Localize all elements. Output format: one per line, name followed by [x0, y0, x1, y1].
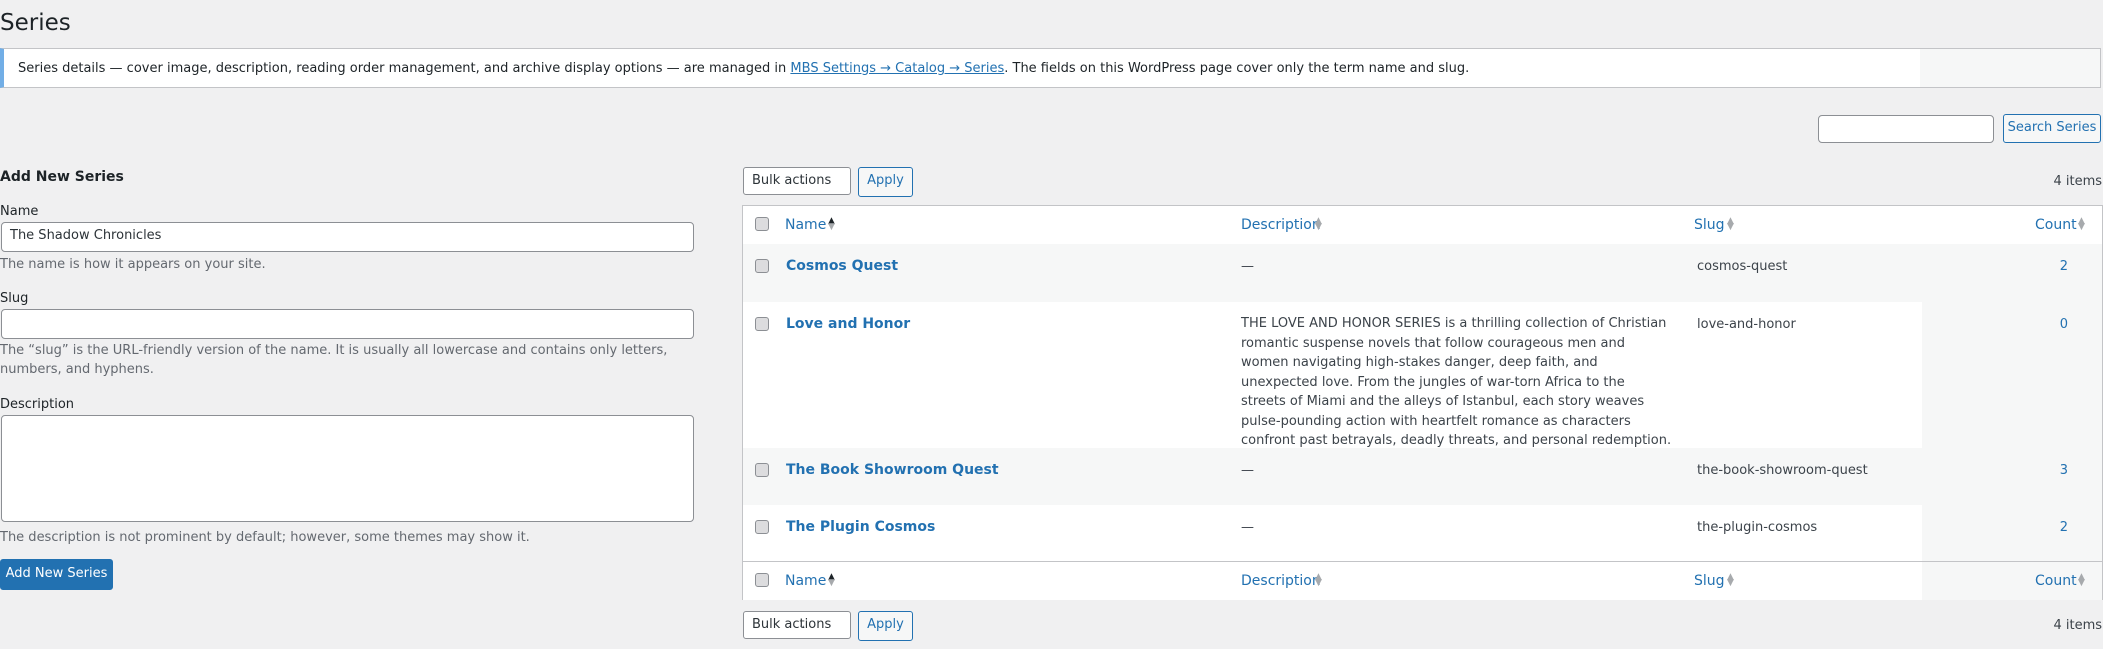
row-checkbox[interactable]: [755, 463, 769, 477]
name-help: The name is how it appears on your site.: [0, 257, 266, 272]
sort-name-link[interactable]: Name: [785, 217, 826, 233]
description-help: The description is not prominent by defa…: [0, 530, 530, 545]
slug-input[interactable]: [1, 309, 694, 339]
sort-arrows-icon: ▲ ▼: [2078, 572, 2085, 588]
sort-arrows-icon: ▲ ▼: [1727, 572, 1734, 588]
count-cell-shade: [1922, 302, 2102, 448]
notice-end-panel: [1920, 49, 2100, 87]
row-title-link[interactable]: Love and Honor: [786, 316, 910, 332]
mbs-settings-link[interactable]: MBS Settings → Catalog → Series: [790, 61, 1004, 76]
table-footer: Name ▲ ▼ Description ▲ ▼ Slug ▲ ▼ Count ▲ ▼: [743, 561, 2102, 600]
name-input-value: The Shadow Chronicles: [10, 228, 162, 243]
items-count-bottom: 4 items: [2053, 618, 2102, 633]
row-count-link[interactable]: 0: [2060, 317, 2068, 332]
slug-help: The “slug” is the URL-friendly version o…: [0, 343, 668, 377]
row-count-link[interactable]: 3: [2060, 463, 2068, 478]
row-count-link[interactable]: 2: [2060, 520, 2068, 535]
row-title-link[interactable]: The Plugin Cosmos: [786, 519, 935, 535]
add-new-heading: Add New Series: [0, 169, 124, 185]
sort-arrows-icon: ▲ ▼: [828, 572, 835, 588]
select-all-checkbox-bottom[interactable]: [755, 573, 769, 587]
info-notice: Series details — cover image, descriptio…: [0, 48, 2101, 88]
notice-text-before: Series details — cover image, descriptio…: [18, 61, 791, 76]
bulk-actions-select-bottom[interactable]: Bulk actions ⌄: [743, 611, 851, 639]
description-label: Description: [0, 397, 75, 412]
slug-label: Slug: [0, 291, 29, 306]
bulk-actions-label: Bulk actions: [752, 173, 832, 188]
notice-text: Series details — cover image, descriptio…: [18, 61, 1469, 76]
sort-arrows-icon: ▲ ▼: [1315, 216, 1322, 232]
description-textarea[interactable]: [1, 415, 694, 522]
add-new-series-button[interactable]: Add New Series: [0, 559, 113, 590]
row-title-link[interactable]: Cosmos Quest: [786, 258, 898, 274]
sort-arrows-icon: ▲ ▼: [1727, 216, 1734, 232]
row-checkbox[interactable]: [755, 317, 769, 331]
count-cell-shade: [1922, 448, 2102, 505]
sort-count-link[interactable]: Count: [2035, 217, 2077, 233]
row-count-link[interactable]: 2: [2060, 259, 2068, 274]
apply-button-top[interactable]: Apply: [858, 167, 913, 197]
row-description: THE LOVE AND HONOR SERIES is a thrilling…: [1241, 316, 1672, 448]
bulk-actions-label: Bulk actions: [752, 617, 832, 632]
row-title-link[interactable]: The Book Showroom Quest: [786, 462, 999, 478]
sort-description-link-bottom[interactable]: Description: [1241, 573, 1321, 589]
row-checkbox[interactable]: [755, 520, 769, 534]
row-checkbox[interactable]: [755, 259, 769, 273]
sort-arrows-icon: ▲ ▼: [2078, 216, 2085, 232]
notice-text-after: . The fields on this WordPress page cove…: [1004, 61, 1470, 76]
row-slug: the-plugin-cosmos: [1697, 520, 1818, 535]
count-cell-shade: [1922, 505, 2102, 561]
search-series-button[interactable]: Search Series: [2003, 114, 2101, 143]
apply-button-bottom[interactable]: Apply: [858, 611, 913, 641]
items-count-top: 4 items: [2053, 174, 2102, 189]
bulk-actions-select-top[interactable]: Bulk actions ⌄: [743, 167, 851, 195]
search-input[interactable]: [1818, 115, 1994, 143]
name-input[interactable]: The Shadow Chronicles: [1, 222, 694, 252]
chevron-down-icon: ⌄: [798, 176, 807, 187]
series-table: Name ▲ ▼ Description ▲ ▼ Slug ▲ ▼ Count ▲ ▼ …: [742, 205, 2103, 600]
row-slug: cosmos-quest: [1697, 259, 1788, 274]
sort-arrows-icon: ▲ ▼: [828, 216, 835, 232]
row-description: —: [1241, 463, 1254, 478]
table-row: The Plugin Cosmos — the-plugin-cosmos 2: [743, 505, 2102, 561]
sort-description-link[interactable]: Description: [1241, 217, 1321, 233]
chevron-down-icon: ⌄: [798, 620, 807, 631]
sort-name-link-bottom[interactable]: Name: [785, 573, 826, 589]
row-description: —: [1241, 520, 1254, 535]
sort-arrows-icon: ▲ ▼: [1315, 572, 1322, 588]
row-description: —: [1241, 259, 1254, 274]
sort-slug-link-bottom[interactable]: Slug: [1694, 573, 1725, 589]
table-row: The Book Showroom Quest — the-book-showr…: [743, 448, 2102, 505]
table-row: Cosmos Quest — cosmos-quest 2: [743, 244, 2102, 302]
select-all-checkbox[interactable]: [755, 217, 769, 231]
table-header: Name ▲ ▼ Description ▲ ▼ Slug ▲ ▼ Count ▲ ▼: [743, 206, 2102, 245]
sort-slug-link[interactable]: Slug: [1694, 217, 1725, 233]
count-cell-shade: [1922, 244, 2102, 302]
name-label: Name: [0, 204, 39, 219]
page-title: Series: [0, 10, 71, 36]
table-row: Love and Honor THE LOVE AND HONOR SERIES…: [743, 302, 2102, 448]
row-slug: love-and-honor: [1697, 317, 1796, 332]
sort-count-link-bottom[interactable]: Count: [2035, 573, 2077, 589]
row-slug: the-book-showroom-quest: [1697, 463, 1868, 478]
